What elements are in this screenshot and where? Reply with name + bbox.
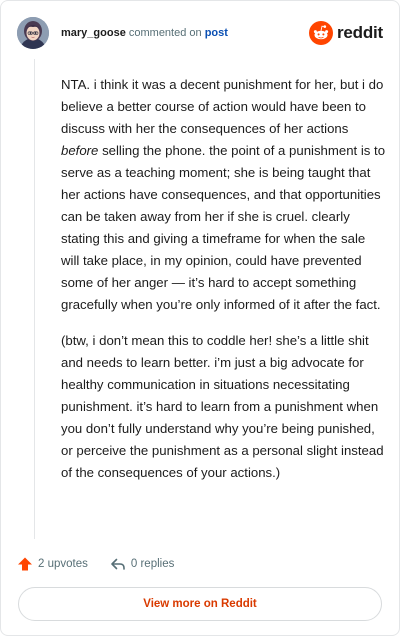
byline: mary_goose commented on post bbox=[61, 25, 228, 41]
upvote-button[interactable]: 2 upvotes bbox=[17, 556, 88, 572]
comment-actions: 2 upvotes 0 replies bbox=[17, 554, 174, 574]
post-link[interactable]: post bbox=[205, 27, 228, 39]
comment-header: mary_goose commented on post reddit bbox=[17, 17, 383, 49]
comment-p1-text-a: NTA. i think it was a decent punishment … bbox=[61, 77, 384, 136]
comment-card: mary_goose commented on post reddit NTA.… bbox=[0, 0, 400, 636]
reply-arrow-icon bbox=[111, 558, 125, 570]
byline-action: commented on bbox=[128, 27, 202, 39]
thread-line bbox=[34, 59, 35, 539]
reddit-logo[interactable]: reddit bbox=[308, 21, 383, 45]
comment-body: NTA. i think it was a decent punishment … bbox=[61, 74, 387, 498]
avatar-image bbox=[17, 17, 49, 49]
comment-paragraph-2: (btw, i don’t mean this to coddle her! s… bbox=[61, 333, 384, 480]
comment-p1-text-b: selling the phone. the point of a punish… bbox=[61, 143, 386, 312]
upvote-count: 2 upvotes bbox=[38, 558, 88, 570]
reddit-snoo-icon bbox=[308, 21, 333, 45]
comment-p1-emphasis: before bbox=[61, 143, 99, 158]
upvote-arrow-icon bbox=[18, 557, 32, 571]
reply-button[interactable]: 0 replies bbox=[110, 556, 174, 572]
reply-count: 0 replies bbox=[130, 558, 175, 570]
comment-paragraph-1: NTA. i think it was a decent punishment … bbox=[61, 74, 387, 316]
username-link[interactable]: mary_goose bbox=[61, 27, 126, 39]
view-more-button[interactable]: View more on Reddit bbox=[18, 587, 382, 621]
user-avatar[interactable] bbox=[17, 17, 49, 49]
reddit-wordmark: reddit bbox=[336, 23, 383, 42]
